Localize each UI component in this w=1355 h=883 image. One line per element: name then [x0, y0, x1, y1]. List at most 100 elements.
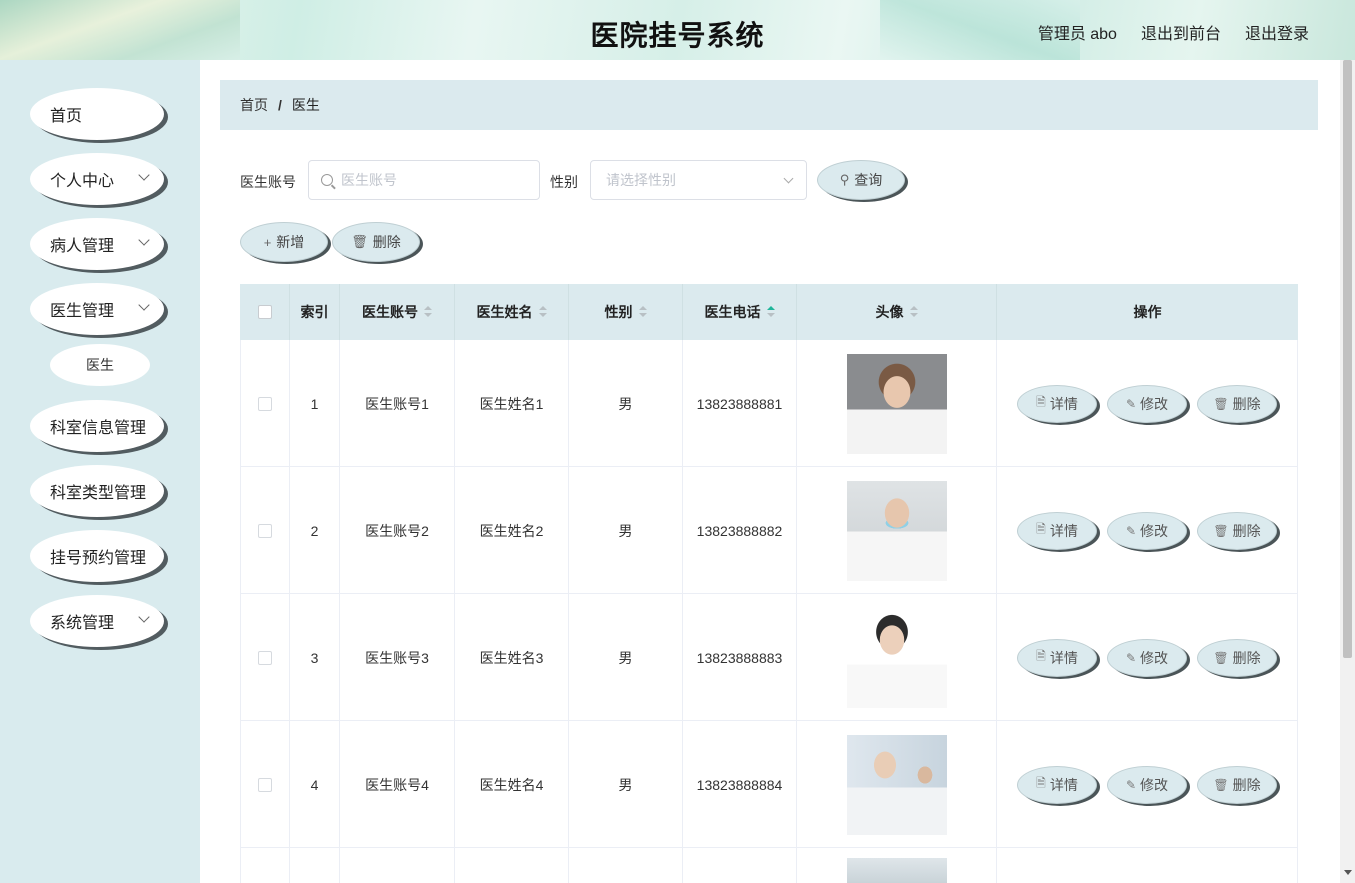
detail-button[interactable]: 🗎 详情 [1017, 511, 1097, 550]
document-icon: 🗎 [1036, 649, 1046, 663]
detail-button[interactable]: 🗎 详情 [1017, 765, 1097, 804]
table-cell [997, 848, 1298, 883]
row-checkbox[interactable] [258, 777, 272, 792]
cell-gender: 男 [569, 340, 683, 467]
gender-label: 性别 [550, 174, 578, 190]
sidebar-subitem-doctor[interactable]: 医生 [50, 344, 150, 386]
detail-button-label: 详情 [1049, 776, 1078, 793]
column-header-label: 头像 [875, 304, 904, 320]
document-icon: 🗎 [1036, 395, 1046, 409]
table-row: 3 医生账号3 医生姓名3 男 13823888883 🗎 详情 ✎ 修改 🗑 删除 [240, 594, 1298, 721]
table-row: 4 医生账号4 医生姓名4 男 13823888884 🗎 详情 ✎ 修改 🗑 删除 [240, 721, 1298, 848]
checkbox-cell [240, 721, 290, 848]
edit-button[interactable]: ✎ 修改 [1107, 638, 1187, 677]
table-cell [340, 848, 455, 883]
column-header-name[interactable]: 医生姓名 [455, 284, 569, 340]
pencil-icon: ✎ [1125, 523, 1137, 538]
trash-icon: 🗑 [1213, 777, 1229, 792]
doctor-avatar-image [846, 353, 947, 454]
cell-index: 4 [290, 721, 340, 848]
delete-button[interactable]: 🗑 删除 [1197, 638, 1277, 677]
table-cell [290, 848, 340, 883]
exit-to-front-link[interactable]: 退出到前台 [1141, 20, 1221, 44]
cell-name: 医生姓名3 [455, 594, 569, 721]
batch-delete-label: 删除 [372, 234, 401, 250]
row-checkbox[interactable] [258, 650, 272, 665]
cell-account-text: 医生账号2 [365, 522, 429, 539]
doctor-avatar-image [846, 480, 947, 581]
sidebar-item-department-type[interactable]: 科室类型管理 [30, 465, 164, 517]
scrollbar-thumb[interactable] [1343, 60, 1352, 658]
cell-account-text: 医生账号4 [365, 776, 429, 793]
select-all-checkbox[interactable] [257, 305, 272, 319]
chevron-down-icon [138, 169, 150, 181]
edit-button[interactable]: ✎ 修改 [1107, 511, 1187, 550]
delete-button[interactable]: 🗑 删除 [1197, 511, 1277, 550]
logout-link[interactable]: 退出登录 [1245, 20, 1309, 44]
row-checkbox[interactable] [258, 396, 272, 411]
sidebar-item-system[interactable]: 系统管理 [30, 595, 164, 647]
cell-account: 医生账号3 [340, 594, 455, 721]
row-checkbox[interactable] [258, 523, 272, 538]
query-button[interactable]: ⚲ 查询 [817, 160, 905, 200]
account-search-field[interactable] [308, 160, 540, 200]
detail-button[interactable]: 🗎 详情 [1017, 638, 1097, 677]
breadcrumb-home[interactable]: 首页 [240, 95, 268, 115]
table-cell [455, 848, 569, 883]
cell-name-text: 医生姓名1 [479, 395, 544, 412]
column-header-label: 医生姓名 [476, 304, 533, 320]
column-header-gender[interactable]: 性别 [569, 284, 683, 340]
cell-phone: 13823888882 [683, 467, 797, 594]
cell-name-text: 医生姓名2 [479, 522, 544, 539]
cell-phone: 13823888881 [683, 340, 797, 467]
delete-button[interactable]: 🗑 删除 [1197, 384, 1277, 423]
scroll-down-arrow-icon[interactable] [1344, 870, 1352, 879]
sidebar-item-appointment[interactable]: 挂号预约管理 [30, 530, 164, 582]
sidebar-item-patient-management[interactable]: 病人管理 [30, 218, 164, 270]
batch-delete-button[interactable]: 🗑 删除 [332, 222, 420, 262]
sort-icon[interactable] [909, 306, 918, 318]
delete-button-label: 删除 [1232, 649, 1261, 666]
column-header-phone[interactable]: 医生电话 [683, 284, 797, 340]
table-header: 索引 医生账号 医生姓名 性别 医生电话 头像 操作 [240, 284, 1298, 340]
cell-phone-text: 13823888884 [696, 776, 783, 793]
edit-button[interactable]: ✎ 修改 [1107, 765, 1187, 804]
doctor-avatar-image [846, 734, 947, 835]
add-button[interactable]: + 新增 [240, 222, 328, 262]
detail-button[interactable]: 🗎 详情 [1017, 384, 1097, 423]
sidebar: 首页 个人中心 病人管理 医生管理 医生 科室信息管理 科室类型管理 挂号预约管… [0, 60, 200, 883]
sort-ascending-icon[interactable] [766, 306, 775, 318]
pencil-icon: ✎ [1125, 777, 1137, 792]
detail-button-label: 详情 [1049, 522, 1078, 539]
cell-name: 医生姓名4 [455, 721, 569, 848]
sort-icon[interactable] [638, 306, 647, 318]
sidebar-item-personal-center[interactable]: 个人中心 [30, 153, 164, 205]
account-search-input[interactable] [341, 172, 539, 188]
gender-select[interactable] [590, 160, 807, 200]
sidebar-item-department-info[interactable]: 科室信息管理 [30, 400, 164, 452]
sidebar-item-label: 首页 [50, 108, 83, 125]
column-header-account[interactable]: 医生账号 [340, 284, 455, 340]
gender-select-input[interactable] [606, 172, 806, 188]
sort-icon[interactable] [424, 306, 432, 318]
sidebar-item-home[interactable]: 首页 [30, 88, 164, 140]
sidebar-item-doctor-management[interactable]: 医生管理 [30, 283, 164, 335]
cell-index-text: 1 [310, 395, 319, 412]
table-cell [240, 848, 290, 883]
column-header-avatar[interactable]: 头像 [797, 284, 997, 340]
cell-name: 医生姓名2 [455, 467, 569, 594]
chevron-down-icon [138, 234, 150, 246]
cell-gender-text: 男 [618, 522, 633, 539]
edit-button[interactable]: ✎ 修改 [1107, 384, 1187, 423]
document-icon: 🗎 [1036, 522, 1046, 536]
sort-icon[interactable] [538, 306, 547, 318]
cell-phone-text: 13823888882 [696, 522, 783, 539]
chevron-down-icon [138, 611, 150, 623]
scrollbar[interactable] [1340, 60, 1355, 883]
delete-button[interactable]: 🗑 删除 [1197, 765, 1277, 804]
cell-index-text: 3 [310, 649, 319, 666]
checkbox-cell [240, 467, 290, 594]
plus-icon: + [263, 234, 272, 250]
column-header-actions: 操作 [997, 284, 1298, 340]
cell-gender: 男 [569, 594, 683, 721]
